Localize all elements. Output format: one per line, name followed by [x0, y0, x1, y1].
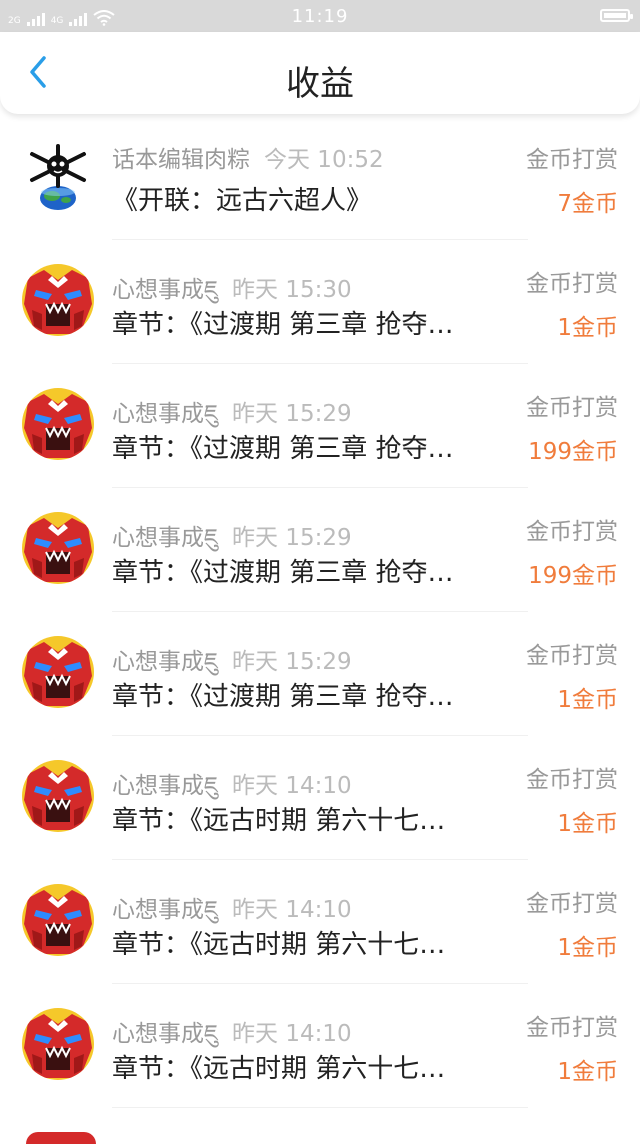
sender-name: 心想事成ཇུ	[112, 1021, 219, 1047]
sender-name: 心想事成ཇུ	[112, 525, 219, 551]
avatar[interactable]	[22, 264, 94, 336]
timestamp: 昨天 15:29	[232, 401, 352, 427]
list-item[interactable]: 心想事成ཇུ 昨天 15:29 章节：《过渡期 第三章 抢夺… 金币打赏 199金币	[0, 364, 640, 488]
reward-target: 章节：《过渡期 第三章 抢夺…	[112, 682, 454, 712]
timestamp: 昨天 15:29	[232, 525, 352, 551]
list-item[interactable]: 话本编辑肉粽 今天 10:52 《开联：远古六超人》 金币打赏 7金币	[0, 116, 640, 240]
sender-name: 话本编辑肉粽	[112, 147, 250, 173]
reward-target: 章节：《过渡期 第三章 抢夺…	[112, 558, 454, 588]
avatar[interactable]	[22, 140, 94, 212]
avatar[interactable]	[22, 388, 94, 460]
reward-type: 金币打赏	[526, 519, 618, 545]
reward-type: 金币打赏	[526, 271, 618, 297]
list-item[interactable]: 心想事成ཇུ 昨天 15:29 章节：《过渡期 第三章 抢夺… 金币打赏 199金币	[0, 488, 640, 612]
avatar[interactable]	[22, 884, 94, 956]
list-item[interactable]: 心想事成ཇུ 昨天 15:30 章节：《过渡期 第三章 抢夺… 金币打赏 1金币	[0, 240, 640, 364]
timestamp: 昨天 14:10	[232, 773, 352, 799]
reward-target: 章节：《远古时期 第六十七…	[112, 1054, 446, 1084]
earnings-list: 话本编辑肉粽 今天 10:52 《开联：远古六超人》 金币打赏 7金币 心想事成ཇུ 昨天…	[0, 116, 640, 1108]
reward-target: 章节：《过渡期 第三章 抢夺…	[112, 434, 454, 464]
reward-type: 金币打赏	[526, 1015, 618, 1041]
page-title: 收益	[286, 64, 354, 104]
sender-name: 心想事成ཇུ	[112, 897, 219, 923]
battery-icon	[600, 9, 633, 22]
timestamp: 今天 10:52	[264, 147, 384, 173]
reward-type: 金币打赏	[526, 395, 618, 421]
avatar[interactable]	[22, 760, 94, 832]
reward-type: 金币打赏	[526, 767, 618, 793]
reward-amount: 1金币	[557, 935, 618, 961]
timestamp: 昨天 14:10	[232, 1021, 352, 1047]
reward-type: 金币打赏	[526, 147, 618, 173]
reward-amount: 1金币	[557, 811, 618, 837]
sender-name: 心想事成ཇུ	[112, 277, 219, 303]
reward-target: 章节：《过渡期 第三章 抢夺…	[112, 310, 454, 340]
timestamp: 昨天 15:30	[232, 277, 352, 303]
timestamp: 昨天 14:10	[232, 897, 352, 923]
reward-target: 《开联：远古六超人》	[112, 186, 373, 216]
avatar-peek	[26, 1132, 96, 1144]
sender-line: 话本编辑肉粽 今天 10:52	[112, 140, 384, 174]
nav-header: 收益	[0, 32, 640, 114]
avatar[interactable]	[22, 1008, 94, 1080]
avatar[interactable]	[22, 636, 94, 708]
list-item[interactable]: 心想事成ཇུ 昨天 14:10 章节：《远古时期 第六十七… 金币打赏 1金币	[0, 736, 640, 860]
list-item[interactable]: 心想事成ཇུ 昨天 14:10 章节：《远古时期 第六十七… 金币打赏 1金币	[0, 984, 640, 1108]
sender-name: 心想事成ཇུ	[112, 401, 219, 427]
avatar[interactable]	[22, 512, 94, 584]
reward-amount: 199金币	[528, 439, 618, 465]
list-item[interactable]: 心想事成ཇུ 昨天 15:29 章节：《过渡期 第三章 抢夺… 金币打赏 1金币	[0, 612, 640, 736]
sender-name: 心想事成ཇུ	[112, 773, 219, 799]
list-item[interactable]: 心想事成ཇུ 昨天 14:10 章节：《远古时期 第六十七… 金币打赏 1金币	[0, 860, 640, 984]
reward-amount: 7金币	[557, 191, 618, 217]
reward-amount: 1金币	[557, 315, 618, 341]
reward-amount: 1金币	[557, 687, 618, 713]
reward-amount: 1金币	[557, 1059, 618, 1085]
reward-amount: 199金币	[528, 563, 618, 589]
reward-target: 章节：《远古时期 第六十七…	[112, 806, 446, 836]
reward-target: 章节：《远古时期 第六十七…	[112, 930, 446, 960]
reward-type: 金币打赏	[526, 643, 618, 669]
status-bar: 2G 4G 11:19	[0, 0, 640, 32]
timestamp: 昨天 15:29	[232, 649, 352, 675]
reward-type: 金币打赏	[526, 891, 618, 917]
divider	[112, 1107, 528, 1108]
sender-name: 心想事成ཇུ	[112, 649, 219, 675]
status-time: 11:19	[291, 6, 349, 27]
